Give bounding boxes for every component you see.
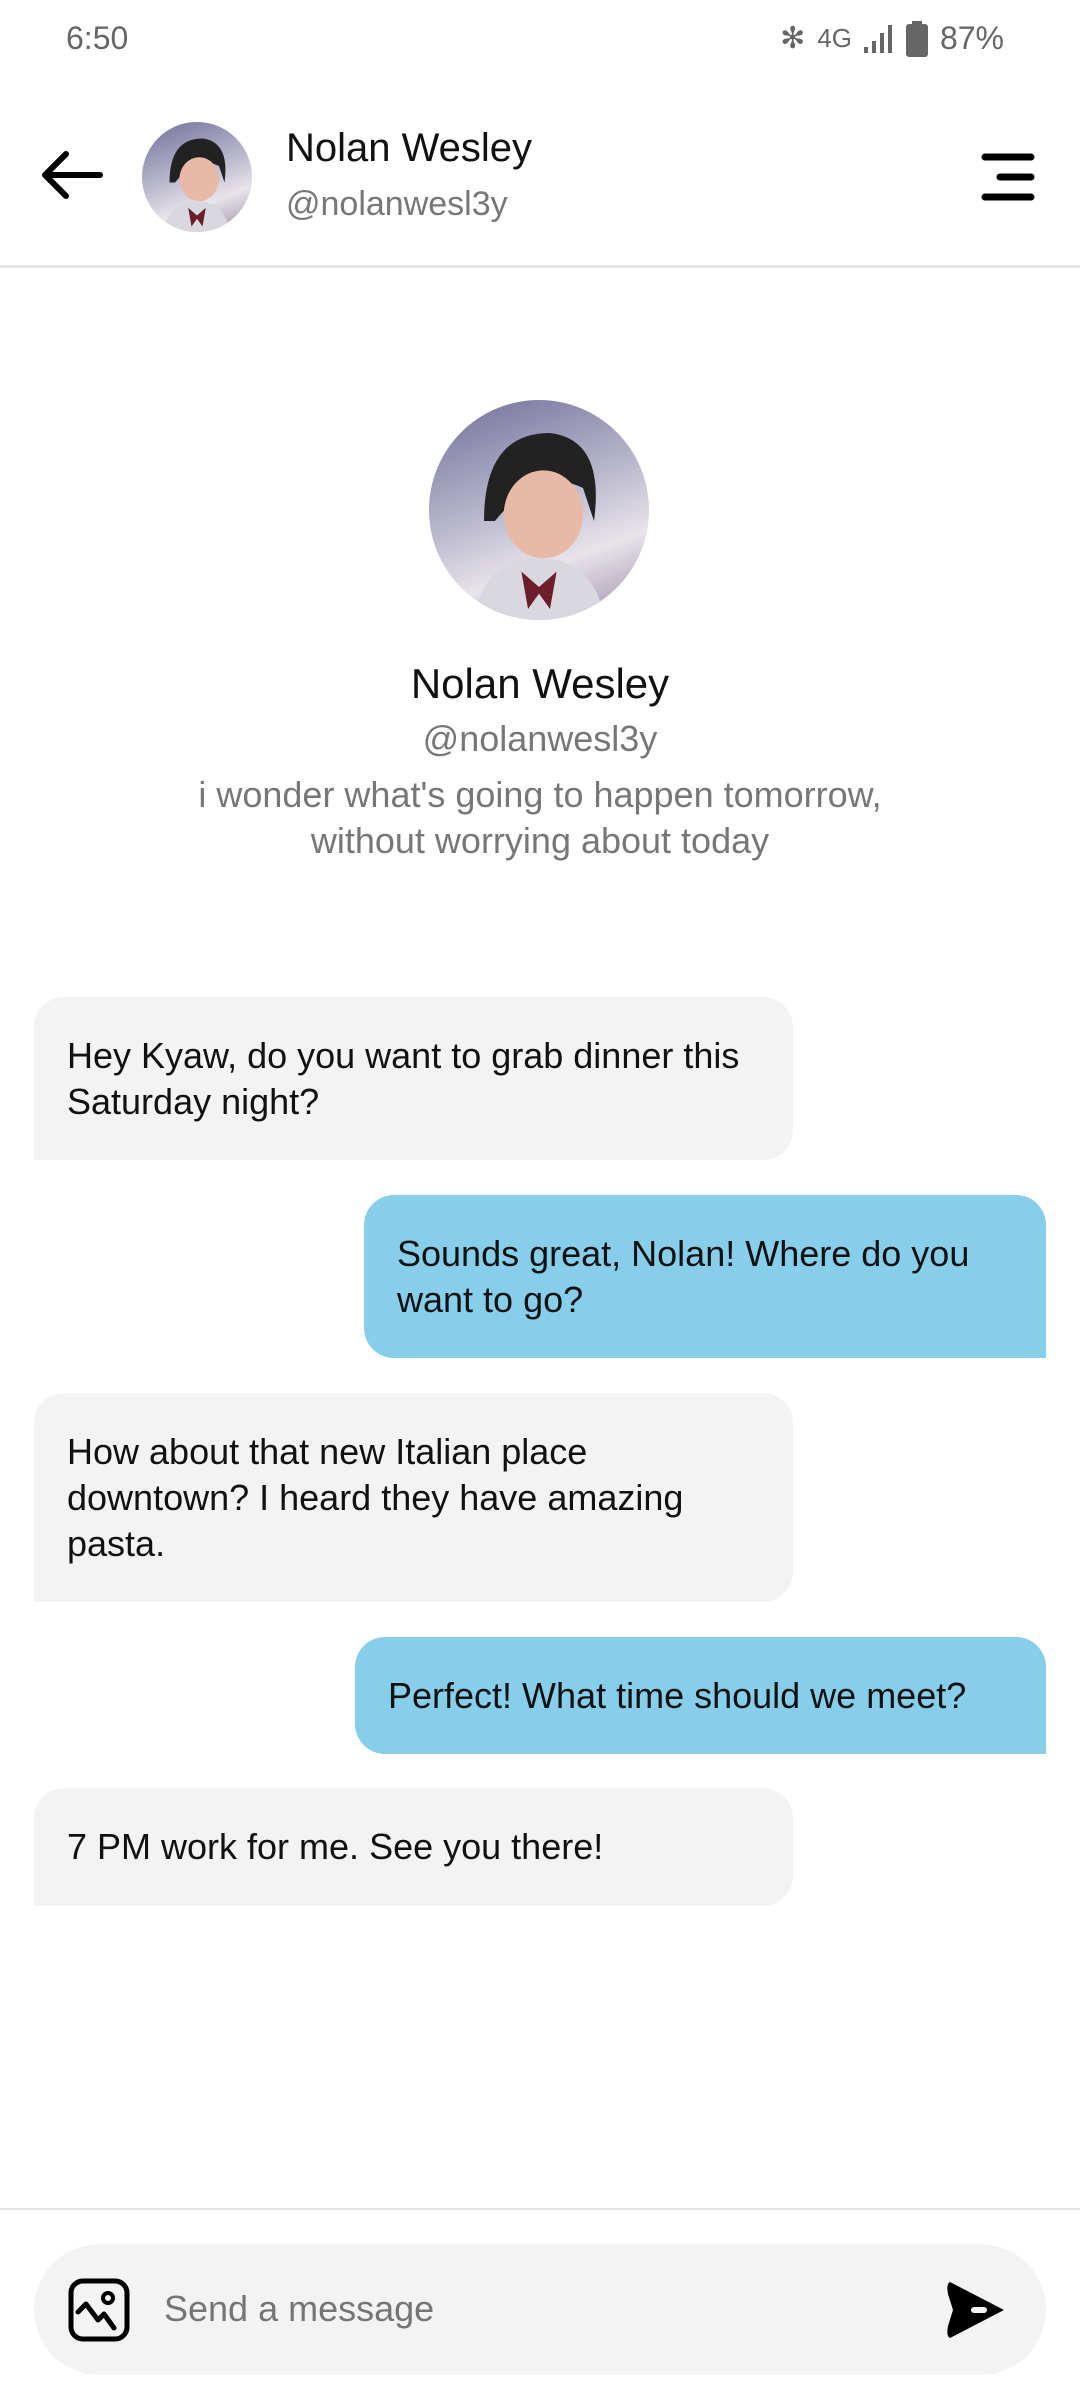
battery-icon bbox=[905, 20, 928, 57]
message-incoming: How about that new Italian place downtow… bbox=[34, 1393, 793, 1602]
profile-handle: @nolanwesl3y bbox=[422, 718, 658, 759]
message-text: Sounds great, Nolan! Where do you want t… bbox=[397, 1232, 970, 1320]
composer-divider bbox=[0, 2208, 1080, 2210]
send-icon[interactable] bbox=[944, 2280, 1008, 2340]
message-text: How about that new Italian place downtow… bbox=[67, 1430, 684, 1564]
network-type: 4G bbox=[817, 23, 852, 53]
message-input[interactable] bbox=[164, 2274, 924, 2344]
status-bar: 6:50 ✻ 4G 87% bbox=[0, 0, 1080, 80]
battery-percent: 87% bbox=[939, 20, 1004, 56]
image-attach-icon[interactable] bbox=[68, 2278, 130, 2342]
profile-avatar bbox=[429, 400, 649, 620]
header-avatar[interactable] bbox=[142, 122, 252, 232]
header-handle: @nolanwesl3y bbox=[286, 185, 508, 223]
message-outgoing: Perfect! What time should we meet? bbox=[355, 1637, 1046, 1754]
bio-line: without worrying about today bbox=[310, 820, 770, 861]
message-composer bbox=[34, 2244, 1046, 2375]
message-text: Perfect! What time should we meet? bbox=[388, 1674, 967, 1716]
message-incoming: Hey Kyaw, do you want to grab dinner thi… bbox=[34, 997, 793, 1160]
bluetooth-icon: ✻ bbox=[780, 22, 806, 55]
status-time: 6:50 bbox=[66, 20, 129, 56]
message-text: 7 PM work for me. See you there! bbox=[67, 1826, 604, 1867]
chat-header: Nolan Wesley @nolanwesl3y bbox=[0, 80, 1080, 268]
message-incoming: 7 PM work for me. See you there! bbox=[34, 1788, 793, 1906]
profile-name: Nolan Wesley bbox=[410, 660, 670, 707]
profile-bio: i wonder what's going to happen tomorrow… bbox=[0, 772, 1080, 864]
menu-icon[interactable] bbox=[980, 152, 1036, 202]
signal-icon bbox=[863, 24, 892, 53]
message-text: Hey Kyaw, do you want to grab dinner thi… bbox=[67, 1034, 740, 1122]
bio-line: i wonder what's going to happen tomorrow… bbox=[198, 774, 882, 815]
header-name: Nolan Wesley bbox=[286, 126, 533, 170]
status-icons: ✻ 4G 87% bbox=[780, 20, 1004, 57]
back-arrow-icon[interactable] bbox=[40, 150, 104, 200]
message-outgoing: Sounds great, Nolan! Where do you want t… bbox=[364, 1195, 1046, 1358]
